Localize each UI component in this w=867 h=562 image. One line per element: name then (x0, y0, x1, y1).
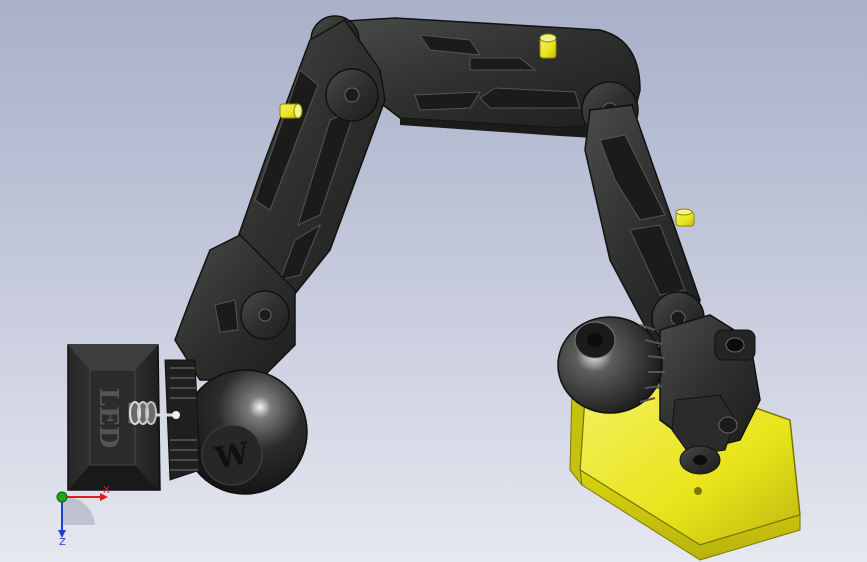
top-set-screw (539, 33, 557, 59)
cad-viewport[interactable]: W LED X Z (0, 0, 867, 562)
left-set-screw (279, 103, 303, 119)
led-label: LED (93, 388, 123, 449)
right-set-screw (675, 208, 695, 227)
z-axis-label: Z (59, 537, 66, 548)
right-link (584, 104, 705, 346)
ball-base: W (164, 359, 308, 495)
robot-arm-model[interactable]: W LED X Z (0, 0, 867, 562)
x-axis-label: X (103, 485, 110, 496)
led-module: LED (67, 344, 180, 491)
y-axis-dot (56, 491, 68, 503)
coordinate-triad: X Z (56, 485, 110, 548)
